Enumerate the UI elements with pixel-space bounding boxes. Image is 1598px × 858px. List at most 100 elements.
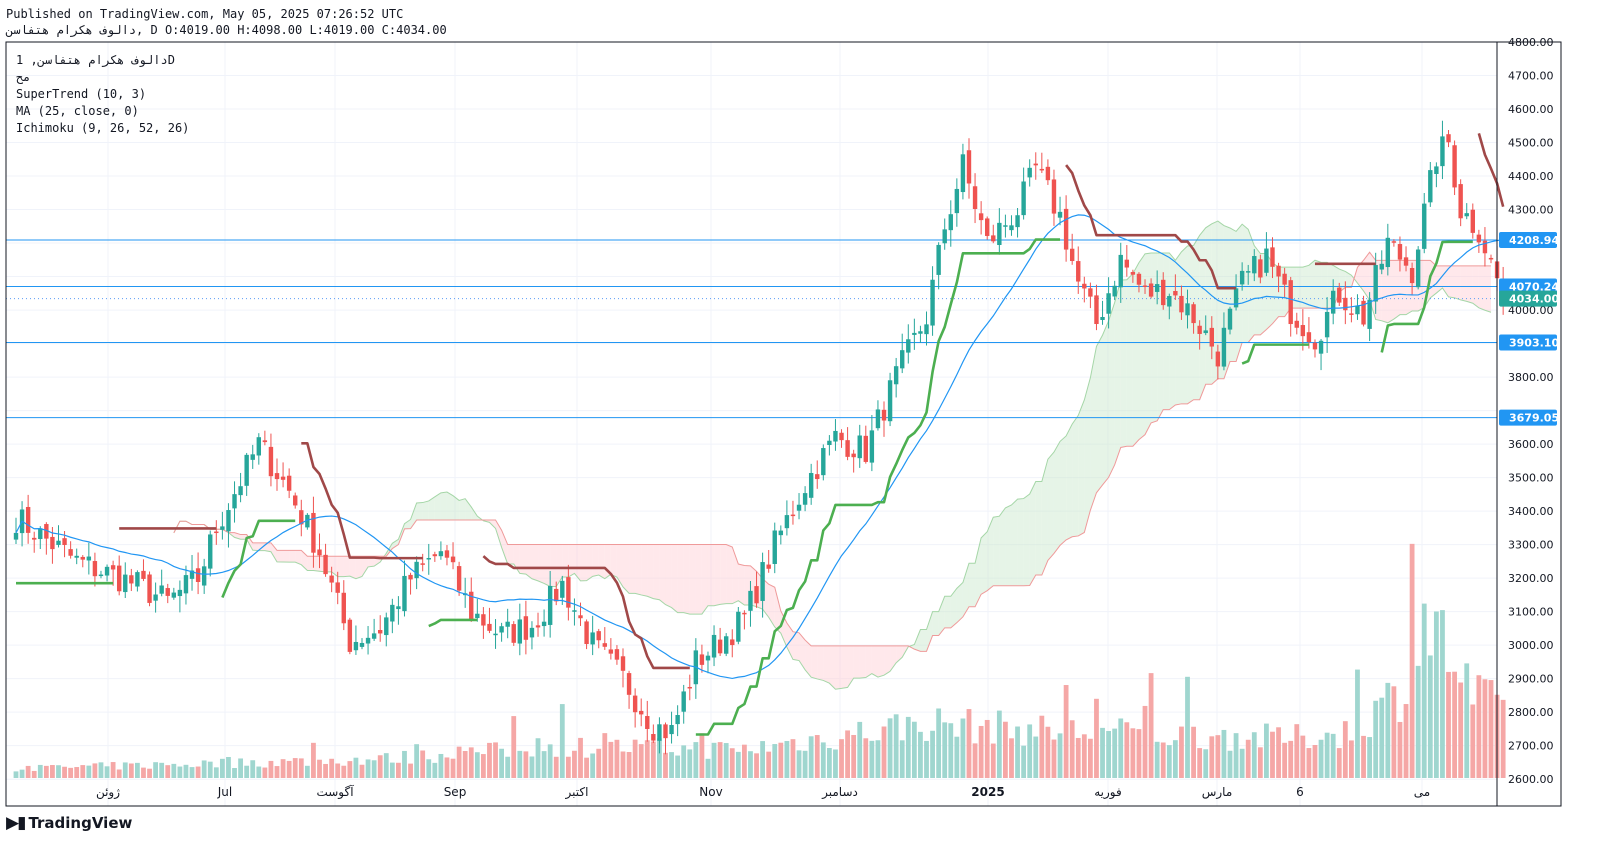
cloud-segment <box>999 507 1006 586</box>
candle-body <box>341 592 346 624</box>
volume-bar <box>232 768 237 778</box>
candle-body <box>456 566 462 591</box>
candle-body <box>432 554 438 557</box>
volume-bar <box>1379 697 1385 778</box>
cloud-segment <box>1381 260 1388 323</box>
cloud-segment <box>981 531 988 595</box>
volume-bar <box>1118 718 1124 778</box>
candle-body <box>499 626 504 633</box>
volume-bar <box>693 742 699 778</box>
volume-bar <box>1221 729 1227 778</box>
legend-ichimoku[interactable]: Ichimoku (9, 26, 52, 26) <box>16 120 189 136</box>
cloud-segment <box>519 544 526 575</box>
cloud-segment <box>1187 245 1194 404</box>
candle-body <box>930 279 935 326</box>
volume-bar <box>56 765 61 778</box>
candle-body <box>444 550 450 558</box>
volume-bar <box>116 769 122 778</box>
volume-bar <box>869 740 875 778</box>
candle-body <box>663 724 668 739</box>
cloud-segment <box>1072 415 1079 537</box>
volume-bar <box>1458 682 1464 778</box>
volume-bar <box>402 750 407 778</box>
cloud-segment <box>586 544 593 581</box>
volume-bar <box>323 763 328 778</box>
cloud-segment <box>865 645 872 678</box>
x-tick-label: Jul <box>217 785 232 799</box>
candle-body <box>165 588 170 596</box>
candle-body <box>438 551 444 557</box>
candle-body <box>1136 273 1142 285</box>
candle-body <box>1112 285 1117 297</box>
cloud-segment <box>1393 260 1400 320</box>
volume-bar <box>1197 748 1203 778</box>
candle-body <box>116 565 122 592</box>
volume-bar <box>1063 685 1069 778</box>
volume-bar <box>996 710 1002 778</box>
candle-body <box>742 612 747 615</box>
volume-bar <box>256 766 262 778</box>
cloud-segment <box>817 645 824 681</box>
volume-bar <box>1446 671 1451 778</box>
candle-body <box>359 642 365 647</box>
candle-body <box>1428 170 1433 203</box>
volume-bar <box>899 740 905 778</box>
price-chart[interactable]: 4800.00 4700.00 4600.00 4500.00 4400.00 4300.… <box>0 0 1598 858</box>
tradingview-logo[interactable]: ▶▮ TradingView <box>6 813 132 833</box>
volume-bar <box>614 739 620 778</box>
candle-body <box>481 614 486 626</box>
candle-body <box>942 229 947 244</box>
volume-bar <box>226 756 231 778</box>
volume-bar <box>517 750 523 778</box>
candle-body <box>141 570 146 579</box>
volume-bar <box>1021 745 1027 778</box>
candle-body <box>1422 203 1427 249</box>
volume-bar <box>1033 736 1039 778</box>
volume-bar <box>1003 721 1008 778</box>
candle-body <box>317 549 322 556</box>
candle-body <box>1324 311 1330 338</box>
volume-bar <box>1306 748 1312 778</box>
cloud-segment <box>1029 481 1036 586</box>
volume-bar <box>450 758 456 778</box>
legend-ma[interactable]: MA (25, close, 0) <box>16 103 139 119</box>
candle-body <box>833 430 838 442</box>
x-tick-label: اکتبر <box>565 785 589 800</box>
volume-bar <box>1440 610 1445 778</box>
candle-body <box>1009 225 1014 231</box>
volume-bar <box>43 765 49 778</box>
legend-supertrend[interactable]: SuperTrend (10, 3) <box>16 86 146 102</box>
volume-bar <box>742 744 747 778</box>
cloud-segment <box>920 629 927 652</box>
cloud-segment <box>331 556 338 577</box>
x-tick-label: می <box>1414 785 1430 799</box>
cloud-segment <box>1169 252 1176 410</box>
y-tick-label: 2600.00 <box>1508 773 1554 786</box>
price-tag-label: 3679.05 <box>1509 412 1559 425</box>
y-tick-label: 4500.00 <box>1508 137 1554 150</box>
candle-body <box>517 619 523 644</box>
y-tick-label: 3200.00 <box>1508 572 1554 585</box>
candle-body <box>402 575 407 612</box>
cloud-segment <box>1017 498 1024 586</box>
cloud-segment <box>616 544 623 587</box>
volume-bar <box>86 765 92 778</box>
volume-bar <box>353 757 359 778</box>
volume-bar <box>735 751 741 778</box>
cloud-segment <box>1066 424 1073 540</box>
cloud-segment <box>562 544 569 577</box>
candle-body <box>1276 265 1281 277</box>
cloud-segment <box>689 544 696 615</box>
y-tick-label: 3500.00 <box>1508 472 1554 485</box>
volume-bar <box>972 743 978 778</box>
volume-bar <box>159 762 165 778</box>
volume-bar <box>1294 724 1300 778</box>
candle-body <box>1130 271 1136 275</box>
volume-bar <box>68 767 74 778</box>
cloud-segment <box>1448 265 1455 298</box>
cloud-segment <box>349 556 356 579</box>
cloud-segment <box>653 544 660 600</box>
candle-body <box>802 493 808 505</box>
candle-body <box>1209 327 1214 347</box>
volume-bar <box>584 757 589 778</box>
